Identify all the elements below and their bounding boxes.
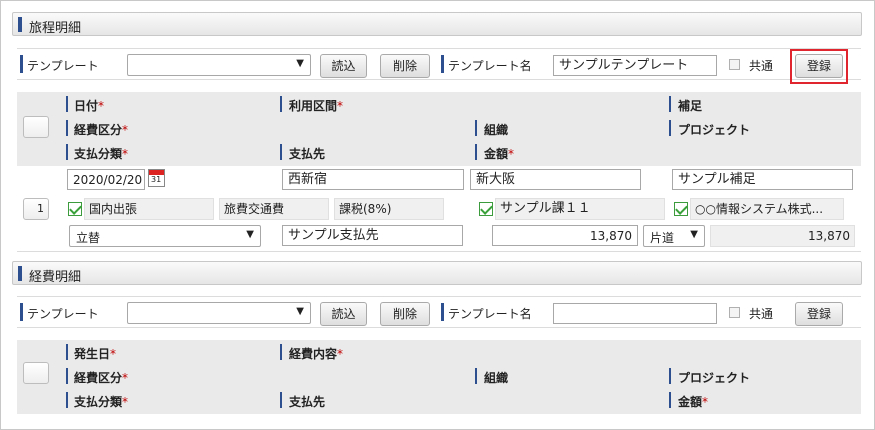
project-field[interactable]: ○○情報システム株式... (690, 198, 844, 220)
col-separator (66, 96, 68, 112)
check-icon (479, 202, 493, 216)
header-org: 組織 (484, 123, 509, 137)
chevron-down-icon: ▼ (296, 58, 304, 69)
template-name-label: テンプレート名 (448, 307, 532, 321)
template-toolbar: テンプレート ▼ 読込 削除 テンプレート名 共通 登録 (17, 296, 861, 328)
header-project: プロジェクト (678, 123, 751, 137)
header-org: 組織 (484, 371, 509, 385)
header-route: 利用区間* (289, 99, 344, 113)
col-separator (280, 344, 282, 360)
main-frame: 旅程明細 テンプレート ▼ 読込 削除 テンプレート名 サンプルテンプレート 共… (0, 0, 875, 430)
template-name-input[interactable] (553, 303, 717, 324)
row-number-button[interactable]: 1 (23, 198, 49, 220)
template-select[interactable]: ▼ (127, 54, 311, 76)
header-amount: 金額* (678, 395, 709, 409)
label-accent-bar (441, 303, 444, 321)
header-project: プロジェクト (678, 371, 751, 385)
template-name-label: テンプレート名 (448, 59, 532, 73)
delete-button[interactable]: 削除 (380, 54, 430, 78)
check-icon (68, 202, 82, 216)
col-separator (66, 392, 68, 408)
trip-type-select[interactable]: 片道 ▼ (643, 225, 705, 247)
load-button[interactable]: 読込 (320, 302, 367, 326)
chevron-down-icon: ▼ (246, 229, 254, 240)
col-separator (66, 120, 68, 136)
date-input[interactable]: 2020/02/20 (67, 169, 145, 190)
note-input[interactable]: サンプル補足 (672, 169, 853, 190)
header-content: 経費内容* (289, 347, 344, 361)
calendar-day: 31 (151, 175, 162, 184)
route-to-input[interactable]: 新大阪 (470, 169, 641, 190)
shared-checkbox[interactable] (729, 59, 740, 70)
col-separator (475, 144, 477, 160)
section-title: 旅程明細 (29, 21, 82, 36)
tax-field: 課税(8%) (334, 198, 444, 220)
template-toolbar: テンプレート ▼ 読込 削除 テンプレート名 サンプルテンプレート 共通 登録 (17, 48, 861, 84)
chevron-down-icon: ▼ (296, 306, 304, 317)
header-payment-type: 支払分類* (74, 395, 129, 409)
expense-category-field[interactable]: 国内出張 (84, 198, 214, 220)
col-separator (475, 120, 477, 136)
header-date: 発生日* (74, 347, 117, 361)
section-header-itinerary: 旅程明細 (12, 12, 862, 36)
load-button[interactable]: 読込 (320, 54, 367, 78)
header-payment-type: 支払分類* (74, 147, 129, 161)
payment-select[interactable]: 立替 ▼ (69, 225, 261, 247)
shared-checkbox[interactable] (729, 307, 740, 318)
col-separator (280, 96, 282, 112)
chevron-down-icon: ▼ (690, 229, 698, 240)
col-separator (66, 344, 68, 360)
register-button[interactable]: 登録 (795, 54, 843, 78)
template-name-input[interactable]: サンプルテンプレート (553, 55, 717, 76)
check-icon (674, 202, 688, 216)
col-separator (475, 368, 477, 384)
header-payee: 支払先 (289, 395, 326, 409)
col-separator (669, 368, 671, 384)
shared-label: 共通 (749, 59, 774, 73)
template-select[interactable]: ▼ (127, 302, 311, 324)
col-separator (66, 144, 68, 160)
itinerary-table-header: 日付* 利用区間* 補足 経費区分* 組織 プロジェクト 支払分類* 支払先 金… (17, 92, 861, 166)
header-payee: 支払先 (289, 147, 326, 161)
itinerary-row: 1 2020/02/20 31 西新宿 - 新大阪 サンプル補足 国内出張 旅費… (17, 166, 861, 252)
col-separator (669, 392, 671, 408)
template-label: テンプレート (27, 307, 99, 321)
label-accent-bar (20, 55, 23, 73)
header-amount: 金額* (484, 147, 515, 161)
shared-label: 共通 (749, 307, 774, 321)
col-separator (280, 144, 282, 160)
section-header-expense: 経費明細 (12, 261, 862, 285)
header-expense-type: 経費区分* (74, 371, 129, 385)
header-note: 補足 (678, 99, 703, 113)
section-title: 経費明細 (29, 270, 82, 285)
label-accent-bar (441, 55, 444, 73)
route-from-input[interactable]: 西新宿 (282, 169, 464, 190)
select-all-button[interactable] (23, 362, 49, 384)
template-label: テンプレート (27, 59, 99, 73)
header-date: 日付* (74, 99, 105, 113)
section-accent-bar (18, 17, 22, 32)
calendar-icon[interactable]: 31 (148, 169, 165, 187)
register-button[interactable]: 登録 (795, 302, 843, 326)
section-accent-bar (18, 266, 22, 281)
amount-input[interactable]: 13,870 (492, 225, 638, 246)
select-all-button[interactable] (23, 116, 49, 138)
col-separator (669, 120, 671, 136)
col-separator (669, 96, 671, 112)
delete-button[interactable]: 削除 (380, 302, 430, 326)
org-field[interactable]: サンプル課１１ (495, 198, 665, 220)
col-separator (66, 368, 68, 384)
total-amount: 13,870 (710, 225, 855, 247)
expense-item-field: 旅費交通費 (219, 198, 329, 220)
label-accent-bar (20, 303, 23, 321)
payee-input[interactable]: サンプル支払先 (282, 225, 463, 246)
col-separator (280, 392, 282, 408)
expense-table-header: 発生日* 経費内容* 経費区分* 組織 プロジェクト 支払分類* 支払先 金額* (17, 340, 861, 414)
header-expense-type: 経費区分* (74, 123, 129, 137)
